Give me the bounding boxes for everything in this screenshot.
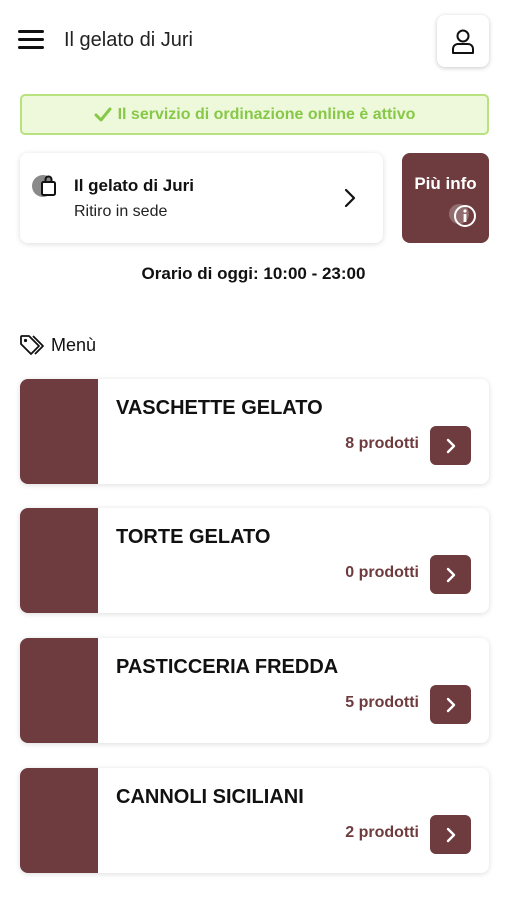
menu-heading: Menù xyxy=(19,334,96,356)
chevron-right-icon xyxy=(446,697,455,712)
info-icon xyxy=(449,204,476,227)
category-image xyxy=(20,638,98,743)
category-product-count: 2 prodotti xyxy=(345,824,419,841)
category-product-count: 8 prodotti xyxy=(345,435,419,452)
check-icon xyxy=(94,107,112,122)
category-card-cannoli-siciliani[interactable]: CANNOLI SICILIANI 2 prodotti xyxy=(20,768,489,873)
chevron-right-icon xyxy=(344,188,356,208)
category-card-vaschette-gelato[interactable]: VASCHETTE GELATO 8 prodotti xyxy=(20,379,489,484)
category-image xyxy=(20,379,98,484)
pickup-mode: Ritiro in sede xyxy=(74,203,168,220)
more-info-button[interactable]: Più info xyxy=(402,153,489,243)
opening-hours: Orario di oggi: 10:00 - 23:00 xyxy=(141,264,366,283)
more-info-label: Più info xyxy=(414,174,477,193)
category-name: VASCHETTE GELATO xyxy=(116,397,323,419)
category-card-torte-gelato[interactable]: TORTE GELATO 0 prodotti xyxy=(20,508,489,613)
tag-icon xyxy=(20,335,44,355)
category-product-count: 0 prodotti xyxy=(345,564,419,581)
ordering-status-banner: Il servizio di ordinazione online è atti… xyxy=(20,94,489,135)
chevron-right-icon xyxy=(446,567,455,582)
menu-heading-label: Menù xyxy=(51,334,97,355)
hamburger-menu-icon[interactable] xyxy=(18,28,44,52)
category-name: CANNOLI SICILIANI xyxy=(116,786,304,808)
category-open-button[interactable] xyxy=(430,685,471,724)
status-text: Il servizio di ordinazione online è atti… xyxy=(117,105,416,123)
category-product-count: 5 prodotti xyxy=(345,694,419,711)
category-name: PASTICCERIA FREDDA xyxy=(116,656,339,678)
user-icon xyxy=(452,29,474,54)
chevron-right-icon xyxy=(446,827,455,842)
store-name: Il gelato di Juri xyxy=(74,176,194,195)
category-image xyxy=(20,508,98,613)
app-header: Il gelato di Juri xyxy=(0,0,507,82)
user-account-button[interactable] xyxy=(437,15,489,67)
category-open-button[interactable] xyxy=(430,426,471,465)
category-card-pasticceria-fredda[interactable]: PASTICCERIA FREDDA 5 prodotti xyxy=(20,638,489,743)
store-selector-card[interactable]: Il gelato di Juri Ritiro in sede xyxy=(20,153,383,243)
category-image xyxy=(20,768,98,873)
app-title: Il gelato di Juri xyxy=(64,29,193,51)
category-open-button[interactable] xyxy=(430,815,471,854)
category-open-button[interactable] xyxy=(430,555,471,594)
category-name: TORTE GELATO xyxy=(116,526,271,548)
chevron-right-icon xyxy=(446,438,455,453)
shopping-bag-icon xyxy=(32,175,56,197)
